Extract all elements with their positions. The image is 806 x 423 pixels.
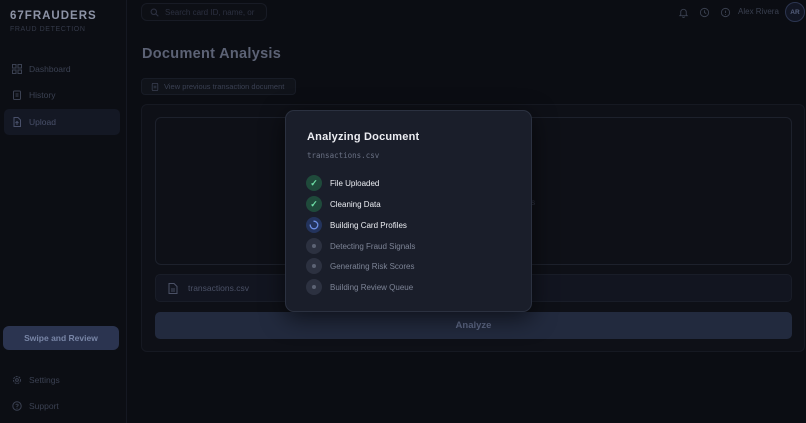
help-icon bbox=[12, 401, 22, 411]
swipe-and-review-button[interactable]: Swipe and Review bbox=[3, 326, 119, 350]
step-label: File Uploaded bbox=[330, 178, 380, 188]
sidebar-item-label: History bbox=[29, 90, 56, 100]
document-icon bbox=[168, 282, 178, 294]
view-previous-document-button[interactable]: View previous transaction document bbox=[141, 78, 296, 95]
step-building-card-profiles: Building Card Profiles bbox=[306, 217, 407, 233]
check-icon: ✓ bbox=[306, 196, 322, 212]
modal-file-name: transactions.csv bbox=[307, 151, 380, 160]
step-detecting-fraud-signals: Detecting Fraud Signals bbox=[306, 238, 415, 254]
sidebar-item-label: Upload bbox=[29, 117, 56, 127]
step-file-uploaded: ✓ File Uploaded bbox=[306, 175, 379, 191]
pending-dot-icon bbox=[306, 238, 322, 254]
step-cleaning-data: ✓ Cleaning Data bbox=[306, 196, 381, 212]
step-building-review-queue: Building Review Queue bbox=[306, 279, 413, 295]
step-label: Generating Risk Scores bbox=[330, 261, 415, 271]
step-label: Building Review Queue bbox=[330, 282, 414, 292]
sidebar: 67FRAUDERS FRAUD DETECTION Dashboard His… bbox=[0, 0, 127, 423]
sidebar-item-settings[interactable]: Settings bbox=[4, 367, 120, 393]
spinner-icon bbox=[306, 217, 322, 233]
step-label: Detecting Fraud Signals bbox=[330, 241, 416, 251]
sidebar-item-label: Dashboard bbox=[29, 64, 71, 74]
brand-tagline: FRAUD DETECTION bbox=[10, 26, 86, 33]
gear-icon bbox=[12, 375, 22, 385]
analyze-button[interactable]: Analyze bbox=[155, 312, 792, 339]
sidebar-item-label: Support bbox=[29, 401, 59, 411]
help-icon[interactable] bbox=[719, 6, 731, 18]
bell-icon[interactable] bbox=[677, 6, 689, 18]
sidebar-item-history[interactable]: History bbox=[4, 82, 120, 108]
sidebar-item-upload[interactable]: Upload bbox=[4, 109, 120, 135]
step-generating-risk-scores: Generating Risk Scores bbox=[306, 258, 414, 274]
sidebar-item-support[interactable]: Support bbox=[4, 393, 120, 419]
search-placeholder: Search card ID, name, or bbox=[165, 7, 255, 17]
grid-icon bbox=[12, 64, 22, 74]
search-input[interactable]: Search card ID, name, or bbox=[141, 3, 267, 21]
step-label: Cleaning Data bbox=[330, 199, 381, 209]
file-upload-icon bbox=[12, 117, 22, 127]
history-icon[interactable] bbox=[698, 6, 710, 18]
page-title: Document Analysis bbox=[142, 46, 282, 62]
view-previous-document-label: View previous transaction document bbox=[164, 82, 285, 91]
user-name[interactable]: Alex Rivera bbox=[738, 7, 779, 16]
pending-dot-icon bbox=[306, 279, 322, 295]
avatar[interactable]: AR bbox=[785, 2, 805, 22]
step-label: Building Card Profiles bbox=[330, 220, 407, 230]
analyzing-modal: Analyzing Document transactions.csv ✓ Fi… bbox=[285, 110, 532, 312]
check-icon: ✓ bbox=[306, 175, 322, 191]
search-icon bbox=[150, 8, 159, 17]
sidebar-item-label: Settings bbox=[29, 375, 60, 385]
pending-dot-icon bbox=[306, 258, 322, 274]
sidebar-item-dashboard[interactable]: Dashboard bbox=[4, 56, 120, 82]
modal-title: Analyzing Document bbox=[307, 131, 420, 143]
file-icon bbox=[151, 82, 159, 91]
brand-logo[interactable]: 67FRAUDERS bbox=[10, 10, 97, 22]
selected-file-name: transactions.csv bbox=[188, 283, 249, 293]
clipboard-icon bbox=[12, 90, 22, 100]
